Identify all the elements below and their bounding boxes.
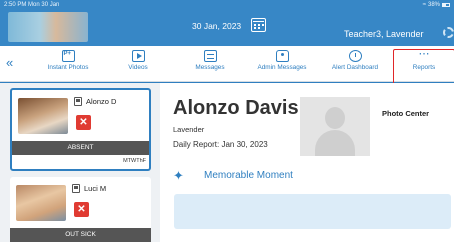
alert-dashboard-button[interactable]: Alert Dashboard [324,50,386,80]
status-time: 2:50 PM Mon 30 Jan [4,2,60,8]
battery-level: 38% [427,2,440,8]
child-list: Alonzo D ✕ ABSENT MTWThF Luci M ✕ OUT SI… [0,83,160,242]
video-icon [131,50,145,62]
instant-photos-button[interactable]: Instant Photos [42,50,94,80]
schedule-days: MTWThF [123,158,146,164]
photo-center-link[interactable]: Photo Center [382,109,429,118]
status-indicators: ≈ 38% [423,2,450,8]
collapse-sidebar-icon[interactable]: « [6,55,13,70]
admin-messages-label: Admin Messages [257,64,307,71]
memorable-moment-heading: Memorable Moment [204,170,293,181]
id-card-icon [72,184,80,193]
memorable-moment-field[interactable] [174,194,451,229]
teacher-name[interactable]: Teacher3, Lavender [344,29,424,39]
message-icon [203,50,217,62]
alarm-clock-icon [348,50,362,62]
avatar-placeholder[interactable] [300,97,370,156]
classroom-name: Lavender [173,125,205,134]
classroom-banner-photo [8,12,88,42]
child-card-luci[interactable]: Luci M ✕ OUT SICK [10,177,151,242]
daily-report-date: Daily Report: Jan 30, 2023 [173,140,268,149]
wifi-icon: ≈ [422,2,426,8]
toolbar: « Instant Photos Videos Messages Admin M… [0,46,454,82]
status-badge: OUT SICK [10,228,151,242]
child-full-name: Alonzo Davis [173,97,299,119]
admin-messages-button[interactable]: Admin Messages [252,50,312,80]
battery-icon [442,3,450,7]
child-card-name: Alonzo D [86,97,117,106]
id-card-icon [74,97,82,106]
sparkle-icon: ✦ [173,168,184,183]
app-header: 2:50 PM Mon 30 Jan ≈ 38% 30 Jan, 2023 Te… [0,0,454,46]
instant-photos-label: Instant Photos [47,64,89,71]
messages-button[interactable]: Messages [188,50,232,80]
admin-message-icon [275,50,289,62]
videos-label: Videos [128,64,148,71]
calendar-icon[interactable] [251,18,266,32]
daily-report-panel: Alonzo Davis Lavender Daily Report: Jan … [160,83,454,242]
current-date: 30 Jan, 2023 [192,21,242,31]
alert-dashboard-label: Alert Dashboard [331,64,379,71]
instant-photo-icon [61,50,75,62]
person-silhouette-icon [325,107,345,129]
status-badge: ABSENT [12,141,149,155]
child-photo [18,98,68,134]
videos-button[interactable]: Videos [118,50,158,80]
child-card-alonzo[interactable]: Alonzo D ✕ ABSENT MTWThF [10,88,151,171]
messages-label: Messages [195,64,225,71]
child-card-name: Luci M [84,184,107,193]
absent-mark-icon[interactable]: ✕ [74,202,89,217]
absent-mark-icon[interactable]: ✕ [76,115,91,130]
gear-icon[interactable] [443,27,454,38]
person-silhouette-body [315,130,355,156]
child-photo [16,185,66,221]
